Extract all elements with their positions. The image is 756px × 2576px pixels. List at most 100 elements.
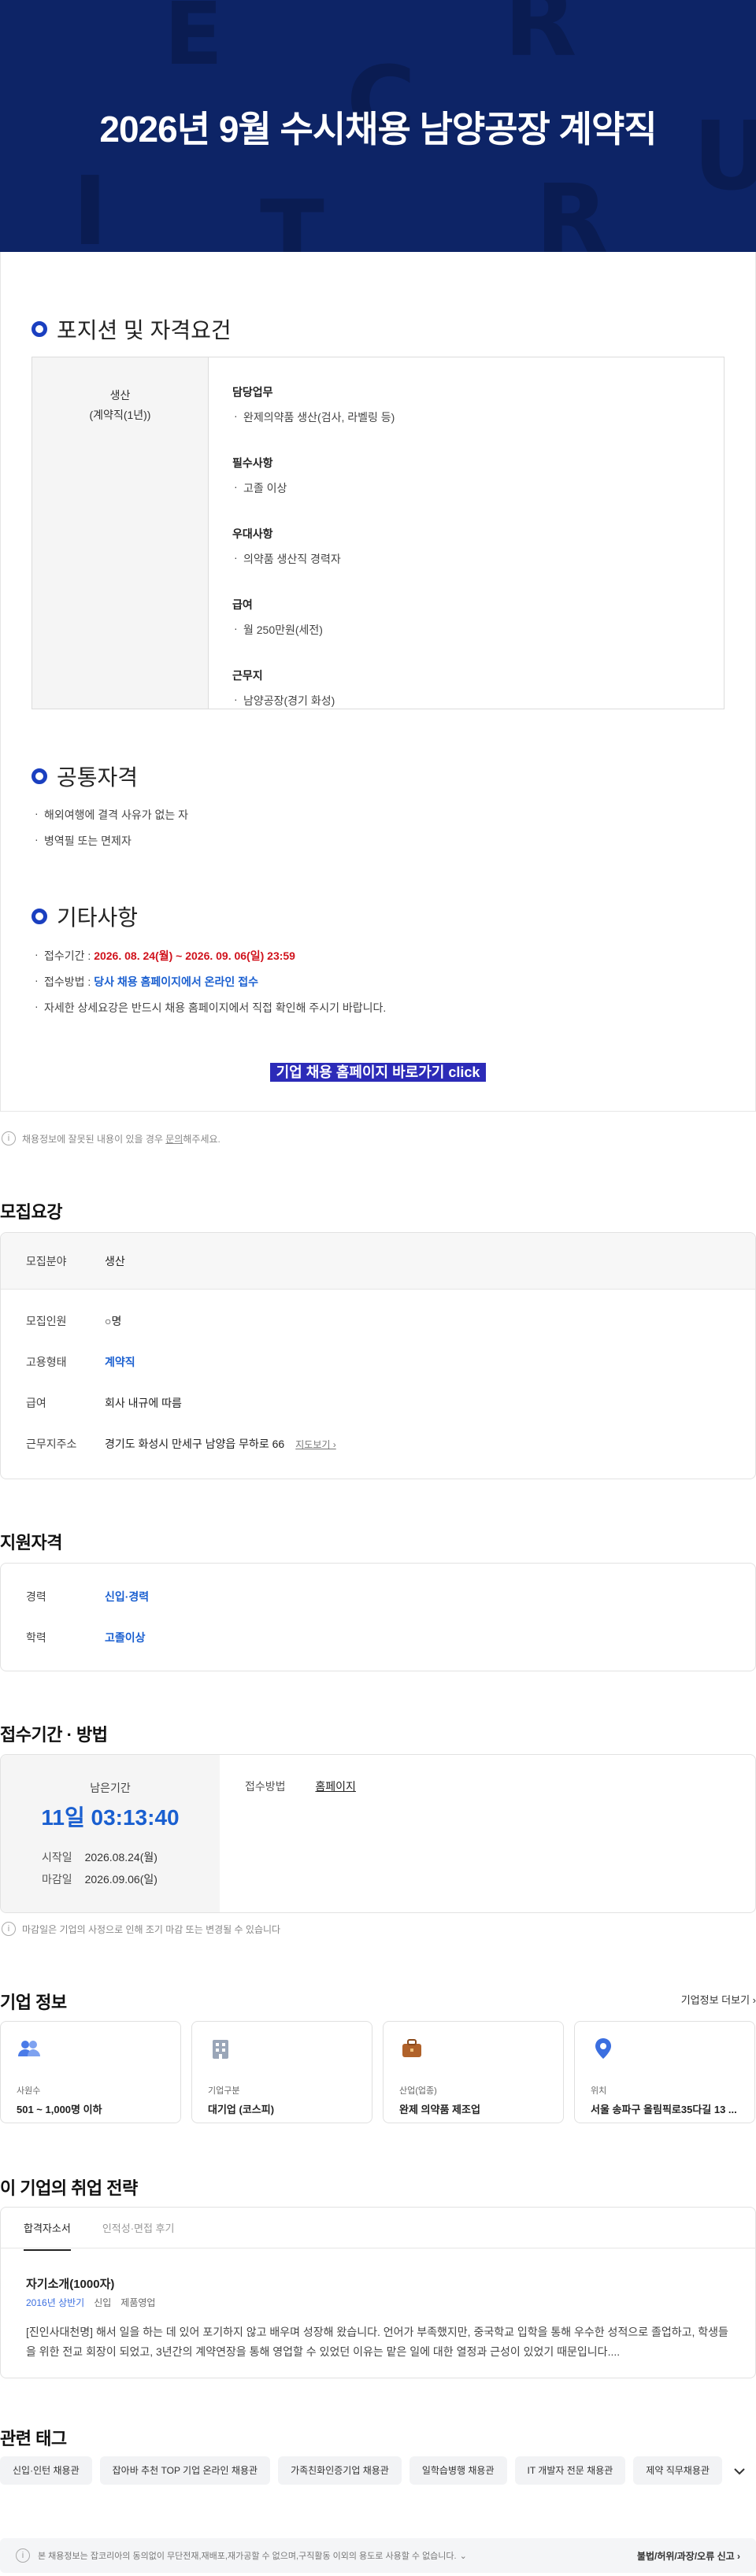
card-label: 위치 [591,2086,607,2096]
job-type: (계약직(1년)) [89,409,151,422]
info-icon: i [16,2548,30,2563]
company-card-employees: 사원수 501 ~ 1,000명 이하 [0,2021,181,2123]
section-common: 공통자격 [32,761,138,792]
section-position: 포지션 및 자격요건 [32,313,232,345]
requirement-title: 급여 [232,598,253,611]
tag-item[interactable]: 가족친화인증기업 채용관 [278,2456,402,2485]
method-value: 당사 채용 홈페이지에서 온라인 접수 [94,975,258,988]
tag-item[interactable]: 일학습병행 채용관 [409,2456,507,2485]
section-title: 포지션 및 자격요건 [57,318,232,342]
card-value: 501 ~ 1,000명 이하 [17,2104,102,2115]
common-list: 해외여행에 결격 사유가 없는 자 병역필 또는 면제자 [35,807,188,859]
requirement-block: 급여 월 250만원(세전) [232,597,700,638]
tag-list: 신입·인턴 채용관 잡아바 추천 TOP 기업 온라인 채용관 가족친화인증기업… [0,2456,722,2485]
row-label: 경력 [26,1590,46,1603]
requirement-item: 의약품 생산직 경력자 [232,551,700,567]
tag-item[interactable]: 제약 직무채용관 [633,2456,722,2485]
essay-meta: 2016년 상반기 신입 제품영업 [26,2296,155,2309]
method-label: 접수방법 [245,1780,286,1793]
requirement-block: 근무지 남양공장(경기 화성) [232,668,700,709]
map-link[interactable]: 지도보기 › [295,1438,336,1451]
essay-title[interactable]: 자기소개(1000자) [26,2275,114,2292]
remain-label: 남은기간 [90,1782,131,1794]
company-card-location: 위치 서울 송파구 올림픽로35다길 13 ... [574,2021,755,2123]
chevron-down-icon[interactable] [732,2464,747,2478]
report-link[interactable]: 불법/허위/과장/오류 신고 › [637,2549,740,2563]
row-label: 고용형태 [26,1356,67,1368]
footer-text: 본 채용정보는 잡코리아의 동의없이 무단전재,재배포,재가공할 수 없으며,구… [38,2552,457,2561]
recruit-row: 급여 회사 내규에 따름 [1,1382,755,1423]
tag-item[interactable]: IT 개발자 전문 채용관 [514,2456,626,2485]
info-icon: i [2,1922,16,1936]
requirements: 담당업무 완제의약품 생산(검사, 라벨링 등) 필수사항 고졸 이상 우대사항… [209,357,724,709]
recruit-row: 모집인원 ○명 [1,1301,755,1342]
essay-body[interactable]: [진인사대천명] 해서 일을 하는 데 있어 포기하지 않고 배우며 성장해 왔… [26,2322,731,2361]
list-item: 해외여행에 결격 사유가 없는 자 [35,807,188,823]
employment-type-link[interactable]: 계약직 [105,1354,135,1370]
qualification-card: 경력 신입·경력 학력 고졸이상 [0,1563,756,1671]
row-value: 회사 내규에 따름 [105,1397,182,1409]
period-label: 접수기간 : [44,949,94,962]
list-item: 자세한 상세요강은 반드시 채용 홈페이지에서 직접 확인해 주시기 바랍니다. [35,1000,386,1016]
row-label: 모집분야 [26,1254,67,1268]
card-label: 기업구분 [208,2086,240,2096]
company-homepage-button[interactable]: 기업 채용 홈페이지 바로가기 click [270,1063,486,1082]
requirement-title: 담당업무 [232,386,273,398]
recruit-row: 고용형태 계약직 [1,1342,755,1382]
hero-banner: E R C U I T R 2026년 9월 수시채용 남양공장 계약직 [0,0,756,252]
company-title: 기업 정보 [0,1993,67,2012]
tab-essay[interactable]: 합격자소서 [24,2220,71,2251]
end-value: 2026.09.06(일) [84,1873,158,1886]
method-row: 접수방법 홈페이지 [245,1778,356,1794]
requirement-item: 고졸 이상 [232,480,700,496]
circle-bullet-icon [32,909,47,924]
homepage-link[interactable]: 홈페이지 [315,1780,356,1793]
job-name: 생산 [109,389,131,402]
row-value: ○명 [105,1315,122,1327]
row-value[interactable]: 신입·경력 [105,1589,149,1604]
chevron-down-icon[interactable]: ⌄ [460,2551,467,2561]
row-label: 학력 [26,1631,46,1644]
strategy-title: 이 기업의 취업 전략 [0,2178,138,2198]
row-value: 경기도 화성시 만세구 남양읍 무하로 66 [105,1438,285,1450]
circle-bullet-icon [32,321,47,337]
period-summary [1,1755,220,1912]
requirement-item: 남양공장(경기 화성) [232,693,700,709]
row-value[interactable]: 고졸이상 [105,1630,146,1645]
requirement-block: 필수사항 고졸 이상 [232,455,700,496]
tab-interview[interactable]: 인적성·면접 후기 [102,2220,175,2251]
end-label: 마감일 [42,1873,72,1886]
recruit-field-row: 모집분야 생산 [1,1233,755,1290]
page-title: 2026년 9월 수시채용 남양공장 계약직 [99,109,657,150]
list-item: 접수방법 : 당사 채용 홈페이지에서 온라인 접수 [35,974,386,990]
deco-letter: T [260,181,324,253]
strategy-tabs: 합격자소서 인적성·면접 후기 [24,2220,174,2251]
company-card-type: 기업구분 대기업 (코스피) [191,2021,372,2123]
card-value: 완제 의약품 제조업 [399,2104,480,2115]
section-title: 공통자격 [57,765,139,790]
deco-letter: R [536,165,609,253]
requirement-title: 필수사항 [232,457,273,469]
period-title: 접수기간 · 방법 [0,1725,108,1745]
method-label: 접수방법 : [44,975,94,988]
section-etc: 기타사항 [32,901,138,932]
company-more-link[interactable]: 기업정보 더보기 › [681,1992,756,2007]
position-name-cell: 생산 (계약직(1년)) [32,357,209,709]
inquiry-link[interactable]: 문의 [165,1134,183,1145]
essay-period: 2016년 상반기 [26,2297,85,2308]
tag-item[interactable]: 잡아바 추천 TOP 기업 온라인 채용관 [99,2456,271,2485]
section-title: 기타사항 [57,905,139,930]
tag-item[interactable]: 신입·인턴 채용관 [0,2456,92,2485]
recruit-row: 근무지주소 경기도 화성시 만세구 남양읍 무하로 66 지도보기 › [1,1423,755,1464]
remain-time: 11일 03:13:40 [41,1805,180,1830]
start-label: 시작일 [42,1851,72,1864]
requirement-item: 월 250만원(세전) [232,622,700,638]
location-pin-icon [595,2038,611,2059]
row-label: 근무지주소 [26,1438,77,1450]
note-text: 마감일은 기업의 사정으로 인해 조기 마감 또는 변경될 수 있습니다 [22,1923,281,1935]
building-icon [213,2040,228,2059]
list-item: 접수기간 : 2026. 08. 24(월) ~ 2026. 09. 06(일)… [35,948,386,964]
requirement-item: 완제의약품 생산(검사, 라벨링 등) [232,409,700,425]
qualification-row: 경력 신입·경력 [1,1576,755,1617]
deco-letter: R [504,0,577,78]
